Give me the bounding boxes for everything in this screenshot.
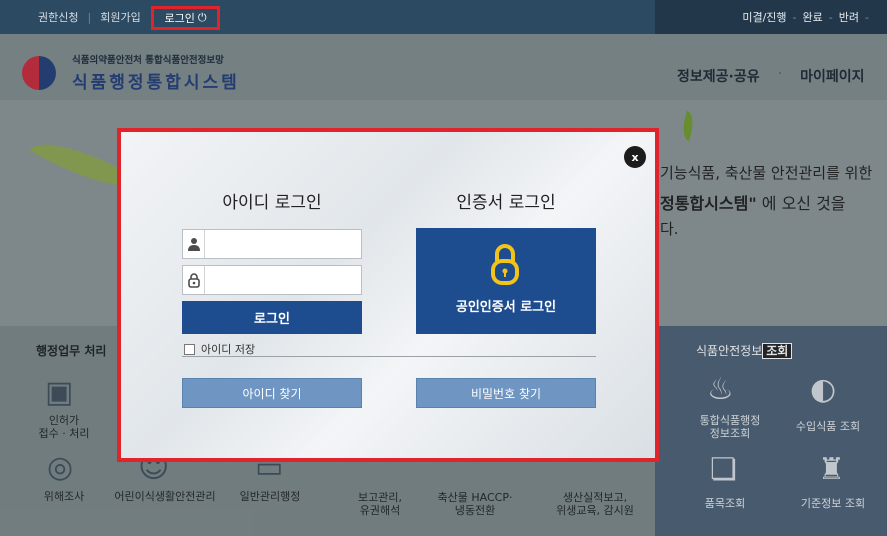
find-password-button[interactable]: 비밀번호 찾기 (416, 378, 596, 408)
padlock-icon (491, 244, 519, 285)
close-button[interactable]: x (624, 146, 646, 168)
save-id-checkbox[interactable] (184, 343, 195, 355)
username-input[interactable] (205, 230, 361, 258)
lock-icon (183, 266, 205, 294)
find-id-button[interactable]: 아이디 찾기 (182, 378, 362, 408)
status-pending[interactable]: 미결/진행 (742, 9, 786, 25)
status-bar: 미결/진행 - 완료 - 반려 - (655, 0, 887, 34)
login-link-label: 로그인 (164, 12, 195, 25)
power-icon: ⏻ (197, 11, 207, 24)
password-field[interactable] (182, 265, 362, 295)
id-login-heading: 아이디 로그인 (222, 193, 322, 213)
divider: | (87, 10, 92, 24)
username-field[interactable] (182, 229, 362, 259)
divider (182, 356, 596, 357)
status-done[interactable]: 완료 (803, 9, 823, 25)
divider: - (865, 10, 869, 24)
save-id-label: 아이디 저장 (201, 343, 256, 356)
divider: - (792, 10, 797, 24)
divider: - (828, 10, 833, 24)
close-icon: x (631, 150, 639, 164)
signup-link[interactable]: 회원가입 (100, 9, 140, 25)
top-links: 권한신청 | 회원가입 (38, 0, 141, 34)
cert-login-label: 공인인증서 로그인 (455, 300, 557, 315)
login-button[interactable]: 로그인 (182, 301, 362, 334)
user-icon (183, 230, 205, 258)
status-rejected[interactable]: 반려 (839, 9, 859, 25)
top-bar: 권한신청 | 회원가입 로그인 ⏻ 미결/진행 - 완료 - 반려 - (0, 0, 887, 34)
password-input[interactable] (205, 266, 361, 294)
permission-request-link[interactable]: 권한신청 (38, 9, 78, 25)
save-id-row[interactable]: 아이디 저장 (184, 341, 255, 357)
login-link[interactable]: 로그인 ⏻ (151, 6, 220, 30)
cert-login-heading: 인증서 로그인 (456, 193, 556, 213)
